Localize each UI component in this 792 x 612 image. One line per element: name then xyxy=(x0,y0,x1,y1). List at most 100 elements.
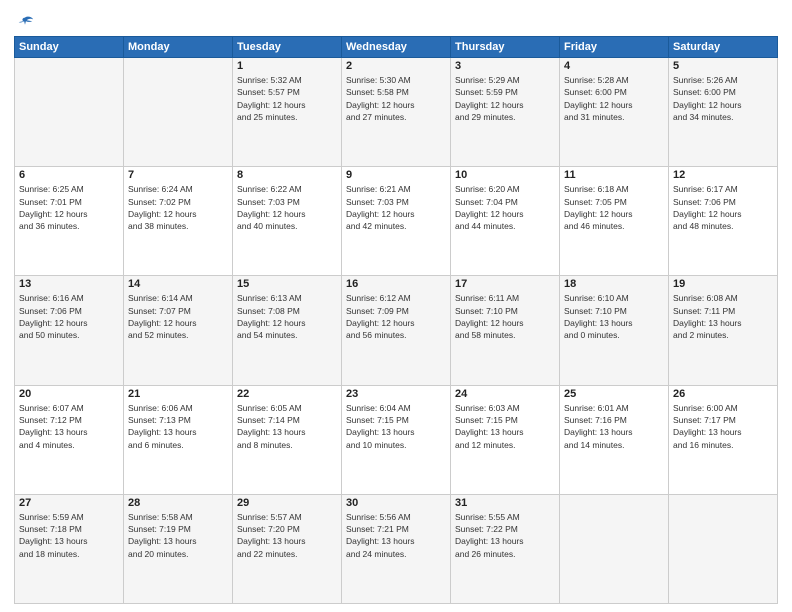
day-number: 10 xyxy=(455,169,555,181)
calendar-table: SundayMondayTuesdayWednesdayThursdayFrid… xyxy=(14,36,778,604)
weekday-header-sunday: Sunday xyxy=(15,37,124,58)
day-cell-11: 11 Sunrise: 6:18 AM Sunset: 7:05 PM Dayli… xyxy=(560,167,669,276)
day-number: 5 xyxy=(673,60,773,72)
day-cell-18: 18 Sunrise: 6:10 AM Sunset: 7:10 PM Dayli… xyxy=(560,276,669,385)
day-cell-1: 1 Sunrise: 5:32 AM Sunset: 5:57 PM Daylig… xyxy=(233,58,342,167)
day-info: Sunrise: 5:55 AM Sunset: 7:22 PM Dayligh… xyxy=(455,511,555,560)
day-info: Sunrise: 5:57 AM Sunset: 7:20 PM Dayligh… xyxy=(237,511,337,560)
day-info: Sunrise: 5:56 AM Sunset: 7:21 PM Dayligh… xyxy=(346,511,446,560)
day-info: Sunrise: 6:24 AM Sunset: 7:02 PM Dayligh… xyxy=(128,183,228,232)
day-info: Sunrise: 6:18 AM Sunset: 7:05 PM Dayligh… xyxy=(564,183,664,232)
day-cell-31: 31 Sunrise: 5:55 AM Sunset: 7:22 PM Dayli… xyxy=(451,494,560,603)
day-number: 25 xyxy=(564,388,664,400)
weekday-header-wednesday: Wednesday xyxy=(342,37,451,58)
day-number: 30 xyxy=(346,497,446,509)
day-cell-30: 30 Sunrise: 5:56 AM Sunset: 7:21 PM Dayli… xyxy=(342,494,451,603)
day-info: Sunrise: 5:29 AM Sunset: 5:59 PM Dayligh… xyxy=(455,74,555,123)
day-info: Sunrise: 5:26 AM Sunset: 6:00 PM Dayligh… xyxy=(673,74,773,123)
top-section xyxy=(14,10,778,32)
day-number: 26 xyxy=(673,388,773,400)
day-info: Sunrise: 6:07 AM Sunset: 7:12 PM Dayligh… xyxy=(19,402,119,451)
day-cell-24: 24 Sunrise: 6:03 AM Sunset: 7:15 PM Dayli… xyxy=(451,385,560,494)
day-cell-13: 13 Sunrise: 6:16 AM Sunset: 7:06 PM Dayli… xyxy=(15,276,124,385)
day-number: 21 xyxy=(128,388,228,400)
day-number: 8 xyxy=(237,169,337,181)
day-number: 3 xyxy=(455,60,555,72)
day-info: Sunrise: 5:32 AM Sunset: 5:57 PM Dayligh… xyxy=(237,74,337,123)
day-cell-8: 8 Sunrise: 6:22 AM Sunset: 7:03 PM Daylig… xyxy=(233,167,342,276)
day-info: Sunrise: 6:03 AM Sunset: 7:15 PM Dayligh… xyxy=(455,402,555,451)
day-info: Sunrise: 6:16 AM Sunset: 7:06 PM Dayligh… xyxy=(19,292,119,341)
day-info: Sunrise: 6:00 AM Sunset: 7:17 PM Dayligh… xyxy=(673,402,773,451)
day-cell-14: 14 Sunrise: 6:14 AM Sunset: 7:07 PM Dayli… xyxy=(124,276,233,385)
day-number: 16 xyxy=(346,278,446,290)
day-number: 9 xyxy=(346,169,446,181)
weekday-header-monday: Monday xyxy=(124,37,233,58)
day-cell-2: 2 Sunrise: 5:30 AM Sunset: 5:58 PM Daylig… xyxy=(342,58,451,167)
day-number: 17 xyxy=(455,278,555,290)
day-cell-17: 17 Sunrise: 6:11 AM Sunset: 7:10 PM Dayli… xyxy=(451,276,560,385)
week-row-3: 13 Sunrise: 6:16 AM Sunset: 7:06 PM Dayli… xyxy=(15,276,778,385)
day-number: 31 xyxy=(455,497,555,509)
day-info: Sunrise: 5:30 AM Sunset: 5:58 PM Dayligh… xyxy=(346,74,446,123)
weekday-header-saturday: Saturday xyxy=(669,37,778,58)
weekday-header-tuesday: Tuesday xyxy=(233,37,342,58)
day-number: 20 xyxy=(19,388,119,400)
day-number: 1 xyxy=(237,60,337,72)
day-cell-27: 27 Sunrise: 5:59 AM Sunset: 7:18 PM Dayli… xyxy=(15,494,124,603)
empty-cell xyxy=(15,58,124,167)
day-info: Sunrise: 6:13 AM Sunset: 7:08 PM Dayligh… xyxy=(237,292,337,341)
empty-cell xyxy=(124,58,233,167)
day-cell-20: 20 Sunrise: 6:07 AM Sunset: 7:12 PM Dayli… xyxy=(15,385,124,494)
day-cell-10: 10 Sunrise: 6:20 AM Sunset: 7:04 PM Dayli… xyxy=(451,167,560,276)
day-number: 6 xyxy=(19,169,119,181)
day-info: Sunrise: 6:20 AM Sunset: 7:04 PM Dayligh… xyxy=(455,183,555,232)
empty-cell xyxy=(669,494,778,603)
day-cell-9: 9 Sunrise: 6:21 AM Sunset: 7:03 PM Daylig… xyxy=(342,167,451,276)
day-cell-7: 7Sunrise: 6:24 AM Sunset: 7:02 PM Daylig… xyxy=(124,167,233,276)
day-cell-21: 21 Sunrise: 6:06 AM Sunset: 7:13 PM Dayli… xyxy=(124,385,233,494)
logo-bird-icon xyxy=(16,14,34,32)
weekday-header-row: SundayMondayTuesdayWednesdayThursdayFrid… xyxy=(15,37,778,58)
day-cell-29: 29 Sunrise: 5:57 AM Sunset: 7:20 PM Dayli… xyxy=(233,494,342,603)
day-info: Sunrise: 6:14 AM Sunset: 7:07 PM Dayligh… xyxy=(128,292,228,341)
weekday-header-friday: Friday xyxy=(560,37,669,58)
day-number: 2 xyxy=(346,60,446,72)
day-number: 29 xyxy=(237,497,337,509)
day-number: 15 xyxy=(237,278,337,290)
day-info: Sunrise: 6:10 AM Sunset: 7:10 PM Dayligh… xyxy=(564,292,664,341)
empty-cell xyxy=(560,494,669,603)
day-info: Sunrise: 6:22 AM Sunset: 7:03 PM Dayligh… xyxy=(237,183,337,232)
day-number: 14 xyxy=(128,278,228,290)
day-number: 24 xyxy=(455,388,555,400)
day-info: Sunrise: 6:25 AM Sunset: 7:01 PM Dayligh… xyxy=(19,183,119,232)
day-cell-12: 12 Sunrise: 6:17 AM Sunset: 7:06 PM Dayli… xyxy=(669,167,778,276)
day-number: 13 xyxy=(19,278,119,290)
day-number: 27 xyxy=(19,497,119,509)
day-number: 12 xyxy=(673,169,773,181)
weekday-header-thursday: Thursday xyxy=(451,37,560,58)
day-cell-23: 23Sunrise: 6:04 AM Sunset: 7:15 PM Dayli… xyxy=(342,385,451,494)
day-info: Sunrise: 6:04 AM Sunset: 7:15 PM Dayligh… xyxy=(346,402,446,451)
week-row-4: 20 Sunrise: 6:07 AM Sunset: 7:12 PM Dayli… xyxy=(15,385,778,494)
day-info: Sunrise: 6:17 AM Sunset: 7:06 PM Dayligh… xyxy=(673,183,773,232)
day-cell-19: 19Sunrise: 6:08 AM Sunset: 7:11 PM Dayli… xyxy=(669,276,778,385)
day-number: 11 xyxy=(564,169,664,181)
day-info: Sunrise: 6:21 AM Sunset: 7:03 PM Dayligh… xyxy=(346,183,446,232)
week-row-2: 6 Sunrise: 6:25 AM Sunset: 7:01 PM Daylig… xyxy=(15,167,778,276)
day-info: Sunrise: 6:11 AM Sunset: 7:10 PM Dayligh… xyxy=(455,292,555,341)
day-info: Sunrise: 5:59 AM Sunset: 7:18 PM Dayligh… xyxy=(19,511,119,560)
day-cell-4: 4 Sunrise: 5:28 AM Sunset: 6:00 PM Daylig… xyxy=(560,58,669,167)
day-cell-22: 22Sunrise: 6:05 AM Sunset: 7:14 PM Dayli… xyxy=(233,385,342,494)
day-cell-3: 3 Sunrise: 5:29 AM Sunset: 5:59 PM Daylig… xyxy=(451,58,560,167)
day-cell-5: 5 Sunrise: 5:26 AM Sunset: 6:00 PM Daylig… xyxy=(669,58,778,167)
day-number: 4 xyxy=(564,60,664,72)
day-info: Sunrise: 6:08 AM Sunset: 7:11 PM Dayligh… xyxy=(673,292,773,341)
day-info: Sunrise: 6:06 AM Sunset: 7:13 PM Dayligh… xyxy=(128,402,228,451)
day-cell-16: 16Sunrise: 6:12 AM Sunset: 7:09 PM Dayli… xyxy=(342,276,451,385)
day-info: Sunrise: 5:28 AM Sunset: 6:00 PM Dayligh… xyxy=(564,74,664,123)
day-info: Sunrise: 5:58 AM Sunset: 7:19 PM Dayligh… xyxy=(128,511,228,560)
page: SundayMondayTuesdayWednesdayThursdayFrid… xyxy=(0,0,792,612)
day-number: 18 xyxy=(564,278,664,290)
day-cell-28: 28Sunrise: 5:58 AM Sunset: 7:19 PM Dayli… xyxy=(124,494,233,603)
